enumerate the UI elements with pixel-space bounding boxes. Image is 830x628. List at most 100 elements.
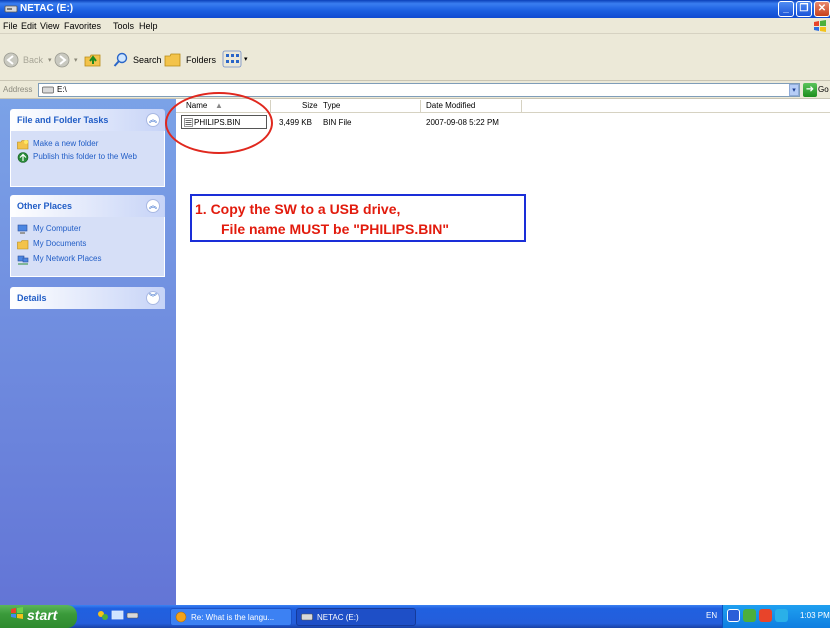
my-computer-link[interactable]: My Computer — [17, 224, 153, 235]
folders-button[interactable]: Folders — [164, 52, 216, 68]
documents-folder-icon — [17, 240, 29, 250]
window-title: NETAC (E:) — [20, 3, 74, 14]
publish-web-icon — [17, 152, 29, 163]
views-button[interactable]: ▾ — [222, 50, 248, 68]
make-new-folder-label: Make a new folder — [33, 139, 99, 148]
column-date-modified[interactable]: Date Modified — [426, 101, 475, 110]
other-places-header[interactable]: Other Places ︽ — [10, 195, 165, 217]
search-button[interactable]: Search — [113, 52, 162, 68]
column-size[interactable]: Size — [302, 101, 318, 110]
make-new-folder-link[interactable]: Make a new folder — [17, 139, 153, 150]
details-title: Details — [17, 293, 47, 303]
address-value: E:\ — [57, 85, 67, 94]
title-bar[interactable]: NETAC (E:) _ ❐ ✕ — [0, 0, 830, 18]
windows-flag-icon — [814, 20, 826, 32]
file-list: Name ▲ Size Type Date Modified PHILIPS.B… — [176, 99, 830, 605]
taskbar-button-netac[interactable]: NETAC (E:) — [296, 608, 416, 626]
back-arrow-icon — [3, 52, 19, 68]
go-label[interactable]: Go — [818, 85, 829, 94]
close-button[interactable]: ✕ — [814, 1, 830, 17]
drive-icon — [42, 86, 54, 94]
menu-file[interactable]: File — [3, 21, 18, 31]
mail-icon — [175, 611, 187, 623]
other-places-panel: My Computer My Documents My Network Plac… — [10, 217, 165, 277]
clock: 1:03 PM — [800, 611, 830, 620]
network-status-icon[interactable] — [775, 609, 788, 622]
network-share-icon[interactable] — [126, 609, 139, 622]
computer-icon — [17, 224, 28, 234]
menu-help[interactable]: Help — [139, 21, 158, 31]
my-network-places-label: My Network Places — [33, 254, 102, 263]
file-folder-tasks-panel: Make a new folder Publish this folder to… — [10, 131, 165, 187]
menu-view[interactable]: View — [40, 21, 59, 31]
instruction-note: 1. Copy the SW to a USB drive, File name… — [190, 194, 526, 242]
menu-favorites[interactable]: Favorites — [64, 21, 101, 31]
taskbar: start Re: What is the langu... NETAC (E:… — [0, 605, 830, 628]
drive-icon — [301, 613, 313, 621]
column-divider[interactable] — [270, 100, 271, 112]
file-size: 3,499 KB — [279, 118, 312, 127]
my-documents-link[interactable]: My Documents — [17, 239, 153, 250]
minimize-button[interactable]: _ — [778, 1, 794, 17]
address-dropdown-icon[interactable]: ▾ — [789, 84, 799, 96]
details-header[interactable]: Details ︾ — [10, 287, 165, 309]
address-label: Address — [3, 85, 33, 94]
go-arrow-icon[interactable]: ➜ — [803, 83, 817, 97]
forward-dropdown-icon[interactable]: ▾ — [74, 56, 78, 64]
search-icon — [113, 52, 128, 67]
menu-bar: File Edit View Favorites Tools Help — [0, 18, 830, 34]
views-icon — [222, 50, 242, 68]
maximize-button[interactable]: ❐ — [796, 1, 812, 17]
explorer-window: NETAC (E:) _ ❐ ✕ File Edit View Favorite… — [0, 0, 830, 628]
expand-chevron-icon[interactable]: ︾ — [146, 291, 160, 305]
messenger-icon[interactable] — [96, 609, 109, 622]
file-folder-tasks-title: File and Folder Tasks — [17, 115, 109, 125]
my-documents-label: My Documents — [33, 239, 87, 248]
collapse-chevron-icon[interactable]: ︽ — [146, 199, 160, 213]
menu-edit[interactable]: Edit — [21, 21, 37, 31]
highlight-circle — [165, 92, 273, 154]
new-folder-icon — [17, 140, 29, 150]
my-network-places-link[interactable]: My Network Places — [17, 254, 153, 265]
task-pane: File and Folder Tasks ︽ Make a new folde… — [0, 99, 176, 605]
forward-button[interactable]: ▾ — [54, 52, 78, 68]
file-type: BIN File — [323, 118, 352, 127]
collapse-chevron-icon[interactable]: ︽ — [146, 113, 160, 127]
column-divider[interactable] — [521, 100, 522, 112]
back-dropdown-icon[interactable]: ▾ — [48, 56, 52, 64]
other-places-title: Other Places — [17, 201, 73, 211]
folders-label: Folders — [186, 55, 217, 65]
system-tray: 1:03 PM — [722, 605, 830, 628]
start-label: start — [27, 607, 58, 623]
publish-folder-link[interactable]: Publish this folder to the Web — [17, 152, 153, 163]
network-icon — [17, 255, 29, 265]
taskbar-button-label: Re: What is the langu... — [191, 612, 275, 622]
address-input[interactable]: E:\ — [38, 83, 800, 97]
file-date-modified: 2007-09-08 5:22 PM — [426, 118, 499, 127]
back-button[interactable]: Back ▾ — [3, 52, 52, 68]
column-header-row: Name ▲ Size Type Date Modified — [176, 99, 830, 113]
language-indicator[interactable]: EN — [706, 611, 717, 620]
forward-arrow-icon — [54, 52, 70, 68]
up-folder-icon — [84, 54, 101, 67]
start-button[interactable]: start — [0, 605, 77, 628]
column-divider[interactable] — [420, 100, 421, 112]
folders-icon — [164, 53, 181, 67]
my-computer-label: My Computer — [33, 224, 82, 233]
file-folder-tasks-header[interactable]: File and Folder Tasks ︽ — [10, 109, 165, 131]
up-folder-button[interactable] — [84, 52, 102, 68]
views-dropdown-icon[interactable]: ▾ — [244, 55, 248, 63]
taskbar-button-label: NETAC (E:) — [317, 612, 359, 622]
taskbar-button-email[interactable]: Re: What is the langu... — [170, 608, 292, 626]
security-icon[interactable] — [743, 609, 756, 622]
volume-icon[interactable] — [727, 609, 740, 622]
instruction-line-1: 1. Copy the SW to a USB drive, — [195, 201, 401, 217]
alert-icon[interactable] — [759, 609, 772, 622]
publish-folder-label: Publish this folder to the Web — [33, 152, 137, 161]
column-type[interactable]: Type — [323, 101, 340, 110]
address-bar: Address E:\ ▾ ➜ Go — [0, 81, 830, 99]
desktop-icon[interactable] — [111, 609, 124, 622]
windows-logo-icon — [11, 607, 23, 619]
menu-tools[interactable]: Tools — [113, 21, 134, 31]
drive-icon — [4, 5, 18, 13]
